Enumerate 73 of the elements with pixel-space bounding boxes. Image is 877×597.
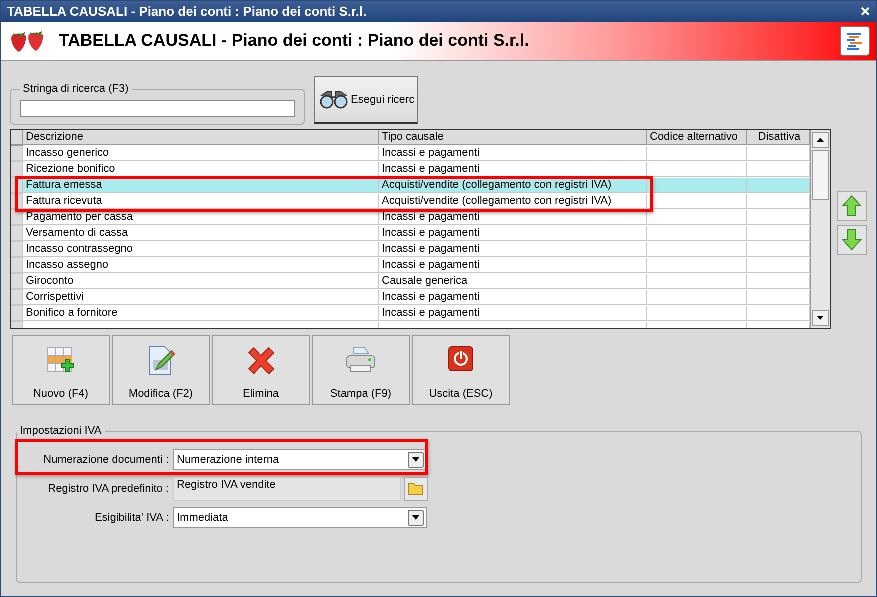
table-cell: Incassi e pagamenti <box>379 226 647 241</box>
dropdown-caret-icon <box>412 515 420 520</box>
search-group-label: Stringa di ricerca (F3) <box>22 83 130 95</box>
table-row[interactable]: Pagamento per cassa Incassi e pagamenti <box>11 210 810 226</box>
table-cell: Incassi e pagamenti <box>379 162 647 177</box>
up-arrow-icon <box>842 195 862 217</box>
table-cell: Incasso assegno <box>23 258 379 273</box>
dropdown-field[interactable]: Immediata <box>173 507 427 528</box>
toolbar-button[interactable]: Nuovo (F4) <box>12 335 110 405</box>
table-cell: Incasso generico <box>23 146 379 161</box>
table-row[interactable]: Incasso generico Incassi e pagamenti <box>11 146 810 162</box>
table-cell: Fattura ricevuta <box>23 194 379 209</box>
move-down-button[interactable] <box>837 225 867 255</box>
table-cell: Corrispettivi <box>23 290 379 305</box>
close-icon[interactable] <box>861 7 870 16</box>
toolbar-button[interactable]: Uscita (ESC) <box>412 335 510 405</box>
table-cell: Bonifico a fornitore <box>23 306 379 321</box>
table-row[interactable]: Incasso assegno Incassi e pagamenti <box>11 258 810 274</box>
field-label: Registro IVA predefinito : <box>47 482 170 494</box>
scrollbar[interactable] <box>810 130 830 328</box>
table-row[interactable]: Incasso contrassegno Incassi e pagamenti <box>11 242 810 258</box>
search-button[interactable]: Esegui ricerc <box>314 76 418 124</box>
toolbar-button[interactable]: Modifica (F2) <box>112 335 210 405</box>
dropdown-field[interactable]: Numerazione interna <box>173 449 427 470</box>
search-field[interactable] <box>20 100 295 117</box>
row-indicator[interactable] <box>11 162 23 177</box>
table-cell: Versamento di cassa <box>23 226 379 241</box>
table-row[interactable]: Fattura ricevuta Acquisti/vendite (collegamento con registri IVA) <box>11 194 810 210</box>
table-row[interactable]: Corrispettivi Incassi e pagamenti <box>11 290 810 306</box>
table-cell: Ricezione bonifico <box>23 162 379 177</box>
table-row[interactable]: Giroconto Causale generica <box>11 274 810 290</box>
table-row[interactable]: Bonifico a fornitore Incassi e pagamenti <box>11 306 810 322</box>
table-cell: Pagamento per cassa <box>23 210 379 225</box>
iva-group-label: Impostazioni IVA <box>19 425 103 437</box>
toolbar-button[interactable]: Stampa (F9) <box>312 335 410 405</box>
dropdown-caret-icon <box>412 457 420 462</box>
column-header[interactable]: Disattiva <box>747 130 810 145</box>
move-up-button[interactable] <box>837 191 867 221</box>
table-cell: Incassi e pagamenti <box>379 146 647 161</box>
cross-icon <box>246 346 276 376</box>
table-cell: Incassi e pagamenti <box>379 258 647 273</box>
toolbar-button[interactable]: Elimina <box>212 335 310 405</box>
table-cell: Causale generica <box>379 274 647 289</box>
scrollbar-thumb[interactable] <box>812 150 829 200</box>
header-title: TABELLA CAUSALI - Piano dei conti : Piano dei conti S.r.l. <box>59 31 530 51</box>
down-caret-icon <box>817 316 824 320</box>
power-icon <box>448 346 474 372</box>
table-cell: Incassi e pagamenti <box>379 242 647 257</box>
list-icon[interactable] <box>840 26 870 56</box>
field-label: Numerazione documenti : <box>42 454 170 466</box>
table-cell: Incasso contrassegno <box>23 242 379 257</box>
table-row[interactable]: Versamento di cassa Incassi e pagamenti <box>11 226 810 242</box>
column-header[interactable]: Descrizione <box>23 130 379 145</box>
table-row[interactable]: Fattura emessa Acquisti/vendite (collegamento con registri IVA) <box>11 178 810 194</box>
table-cell: Acquisti/vendite (collegamento con registri IVA) <box>379 194 647 209</box>
table-cell: Acquisti/vendite (collegamento con registri IVA) <box>379 178 647 193</box>
folder-icon <box>408 482 424 496</box>
table-cell: Incassi e pagamenti <box>379 290 647 305</box>
table-cell: Incassi e pagamenti <box>379 210 647 225</box>
down-arrow-icon <box>842 229 862 251</box>
field-label: Esigibilita' IVA : <box>94 512 170 524</box>
table-cell: Fattura emessa <box>23 178 379 193</box>
row-indicator[interactable] <box>11 210 23 225</box>
table-cell: Incassi e pagamenti <box>379 306 647 321</box>
column-header[interactable]: Tipo causale <box>379 130 647 145</box>
row-indicator-header <box>11 130 23 145</box>
column-header[interactable]: Codice alternativo <box>647 130 747 145</box>
browse-button[interactable] <box>404 476 428 500</box>
lookup-field: Registro IVA vendite <box>173 476 401 500</box>
window-title: TABELLA CAUSALI - Piano dei conti : Piano dei conti S.r.l. <box>7 4 367 19</box>
up-caret-icon <box>817 138 824 142</box>
table-cell: Giroconto <box>23 274 379 289</box>
binoculars-icon <box>319 90 349 110</box>
